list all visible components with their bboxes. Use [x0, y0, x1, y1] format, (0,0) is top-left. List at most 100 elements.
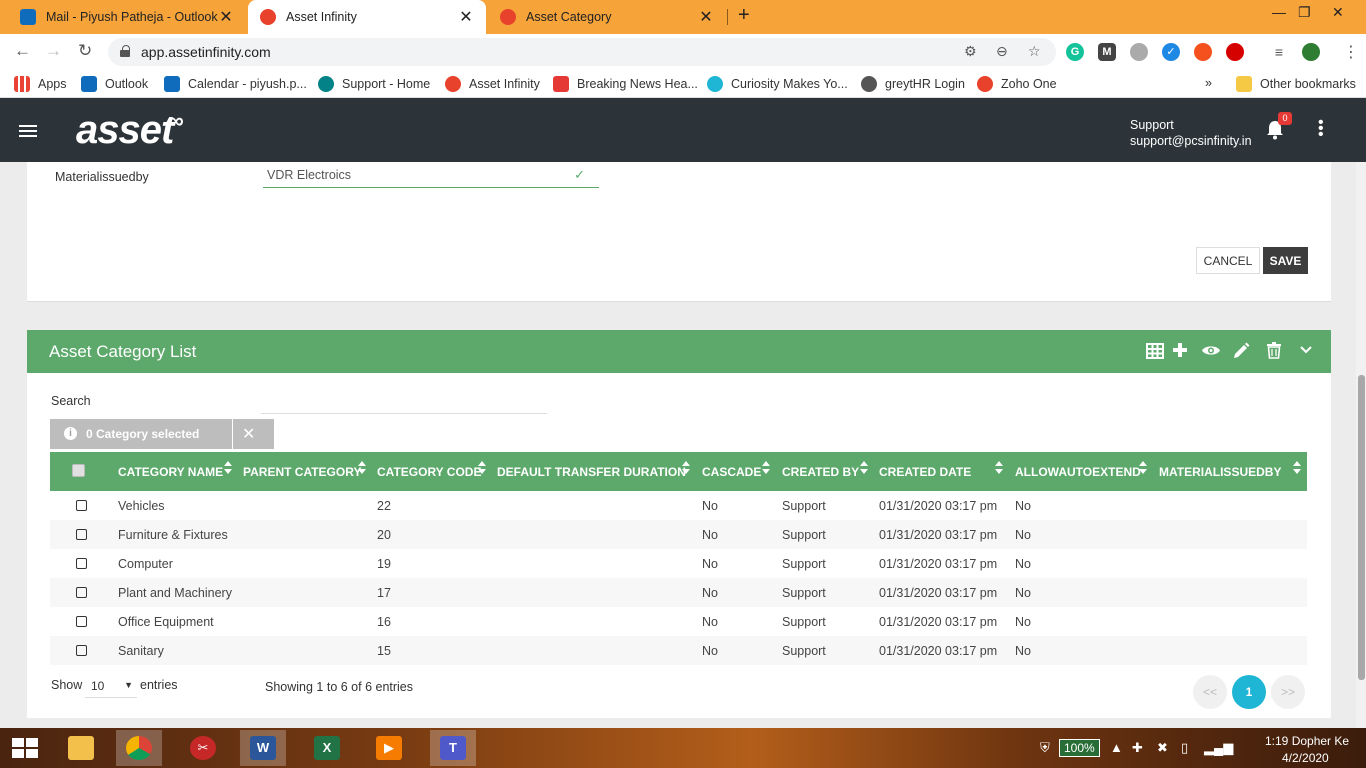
view-eye-icon[interactable]	[1201, 344, 1221, 357]
reload-icon[interactable]: ↻	[78, 41, 92, 61]
browser-menu-icon[interactable]: ⋮	[1343, 42, 1359, 62]
table-row[interactable]: Computer 19 No Support 01/31/2020 03:17 …	[50, 549, 1307, 578]
row-checkbox[interactable]	[76, 587, 87, 598]
taskbar-file-explorer[interactable]	[58, 730, 104, 766]
browser-tab-asset-category[interactable]: Asset Category ✕	[488, 0, 726, 34]
pagination-page-1[interactable]: 1	[1232, 675, 1266, 709]
sort-icon[interactable]	[1139, 461, 1147, 475]
site-settings-icon[interactable]: ⚙	[964, 43, 977, 60]
windows-start-icon[interactable]	[12, 738, 38, 758]
extension-gray-icon[interactable]	[1130, 43, 1148, 61]
header-kebab-menu-icon[interactable]: • • •	[1318, 115, 1324, 143]
user-email[interactable]: support@pcsinfinity.in	[1130, 134, 1252, 148]
save-button[interactable]: SAVE	[1263, 247, 1308, 274]
edit-pencil-icon[interactable]	[1233, 342, 1250, 359]
close-window-icon[interactable]: ✕	[1332, 4, 1344, 21]
column-header-created-by[interactable]: CREATED BY	[782, 465, 859, 479]
clock-date[interactable]: 4/2/2020	[1282, 751, 1329, 765]
row-checkbox[interactable]	[76, 558, 87, 569]
sort-icon[interactable]	[860, 461, 868, 475]
back-arrow-icon[interactable]: ←	[14, 41, 31, 61]
sort-icon[interactable]	[762, 461, 770, 475]
sort-icon[interactable]	[1293, 461, 1301, 475]
grid-view-icon[interactable]	[1146, 343, 1164, 359]
page-size-select[interactable]: 10 ▼	[85, 673, 137, 698]
add-icon[interactable]	[1172, 342, 1188, 358]
sort-icon[interactable]	[478, 461, 486, 475]
column-header-materialissuedby[interactable]: MATERIALISSUEDBY	[1159, 465, 1281, 479]
bookmark-star-icon[interactable]: ☆	[1028, 43, 1041, 60]
bookmark-support-home[interactable]: Support - Home	[318, 76, 430, 92]
table-row[interactable]: Office Equipment 16 No Support 01/31/202…	[50, 607, 1307, 636]
cancel-button[interactable]: CANCEL	[1196, 247, 1260, 274]
row-checkbox[interactable]	[76, 500, 87, 511]
row-checkbox[interactable]	[76, 529, 87, 540]
bookmark-curiosity[interactable]: Curiosity Makes Yo...	[707, 76, 848, 92]
select-all-checkbox[interactable]	[72, 464, 85, 477]
other-bookmarks[interactable]: Other bookmarks	[1236, 76, 1356, 92]
app-logo[interactable]: asset	[76, 108, 174, 153]
zoom-icon[interactable]: ⊖	[996, 43, 1008, 60]
taskbar-teams[interactable]: T	[430, 730, 476, 766]
battery-indicator[interactable]: 100%	[1059, 739, 1100, 757]
close-icon[interactable]: ✕	[698, 7, 714, 27]
table-row[interactable]: Furniture & Fixtures 20 No Support 01/31…	[50, 520, 1307, 549]
hamburger-menu-icon[interactable]	[19, 125, 37, 137]
bookmark-greythr[interactable]: greytHR Login	[861, 76, 965, 92]
category-name-cell[interactable]: Vehicles	[118, 499, 165, 513]
table-row[interactable]: Vehicles 22 No Support 01/31/2020 03:17 …	[50, 491, 1307, 520]
category-name-cell[interactable]: Plant and Machinery	[118, 586, 232, 600]
materialissuedby-input[interactable]: VDR Electroics ✓	[263, 162, 599, 188]
table-row[interactable]: Sanitary 15 No Support 01/31/2020 03:17 …	[50, 636, 1307, 665]
category-name-cell[interactable]: Sanitary	[118, 644, 164, 658]
tray-device-icon[interactable]: ▯	[1181, 740, 1188, 756]
close-icon[interactable]: ✕	[458, 7, 474, 27]
clear-selection-close-icon[interactable]: ✕	[242, 424, 255, 444]
page-scrollbar-thumb[interactable]	[1358, 375, 1365, 680]
collapse-chevron-down-icon[interactable]	[1300, 346, 1312, 354]
browser-tab-asset-infinity[interactable]: Asset Infinity ✕	[248, 0, 486, 34]
playlist-icon[interactable]: ≡	[1270, 43, 1288, 61]
bookmarks-overflow[interactable]: »	[1205, 76, 1212, 90]
clock-time[interactable]: 1:19 Dopher Ke	[1265, 734, 1349, 748]
sort-icon[interactable]	[682, 461, 690, 475]
bookmark-asset-infinity[interactable]: Asset Infinity	[445, 76, 540, 92]
column-header-default-transfer-duration[interactable]: DEFAULT TRANSFER DURATION	[497, 465, 686, 479]
browser-tab-outlook[interactable]: Mail - Piyush Patheja - Outlook ✕	[8, 0, 246, 34]
column-header-cascade[interactable]: CASCADE	[702, 465, 761, 479]
column-header-parent-category[interactable]: PARENT CATEGORY	[243, 465, 361, 479]
new-tab-button[interactable]: +	[738, 4, 750, 27]
url-omnibox[interactable]: app.assetinfinity.com ⚙ ⊖ ☆	[108, 38, 1056, 66]
tray-app-icon[interactable]: ✚	[1132, 740, 1143, 756]
sort-icon[interactable]	[224, 461, 232, 475]
volume-icon[interactable]: 🔈︎	[1229, 740, 1237, 756]
extension-orange-icon[interactable]	[1194, 43, 1212, 61]
minimize-icon[interactable]: —	[1272, 4, 1286, 20]
column-header-category-code[interactable]: CATEGORY CODE	[377, 465, 481, 479]
user-name[interactable]: Support	[1130, 118, 1174, 132]
row-checkbox[interactable]	[76, 616, 87, 627]
bookmark-zoho-one[interactable]: Zoho One	[977, 76, 1057, 92]
column-header-created-date[interactable]: CREATED DATE	[879, 465, 971, 479]
extension-check-icon[interactable]: ✓	[1162, 43, 1180, 61]
adblock-icon[interactable]	[1226, 43, 1244, 61]
show-hidden-icons-chevron-up-icon[interactable]: ▲	[1110, 740, 1123, 755]
sort-icon[interactable]	[358, 461, 366, 475]
bookmark-calendar[interactable]: Calendar - piyush.p...	[164, 76, 307, 92]
sort-icon[interactable]	[995, 461, 1003, 475]
search-input[interactable]	[261, 390, 547, 414]
delete-trash-icon[interactable]	[1267, 342, 1281, 359]
extension-m-icon[interactable]: M	[1098, 43, 1116, 61]
bookmark-outlook[interactable]: Outlook	[81, 76, 148, 92]
category-name-cell[interactable]: Computer	[118, 557, 173, 571]
taskbar-chrome[interactable]	[116, 730, 162, 766]
category-name-cell[interactable]: Furniture & Fixtures	[118, 528, 228, 542]
forward-arrow-icon[interactable]: →	[45, 41, 62, 61]
taskbar-snipping-tool[interactable]: ✂	[180, 730, 226, 766]
profile-avatar[interactable]	[1302, 43, 1320, 61]
row-checkbox[interactable]	[76, 645, 87, 656]
taskbar-excel[interactable]: X	[304, 730, 350, 766]
maximize-icon[interactable]: ❐	[1298, 4, 1311, 21]
tray-network-x-icon[interactable]: ✖	[1157, 740, 1168, 756]
table-row[interactable]: Plant and Machinery 17 No Support 01/31/…	[50, 578, 1307, 607]
